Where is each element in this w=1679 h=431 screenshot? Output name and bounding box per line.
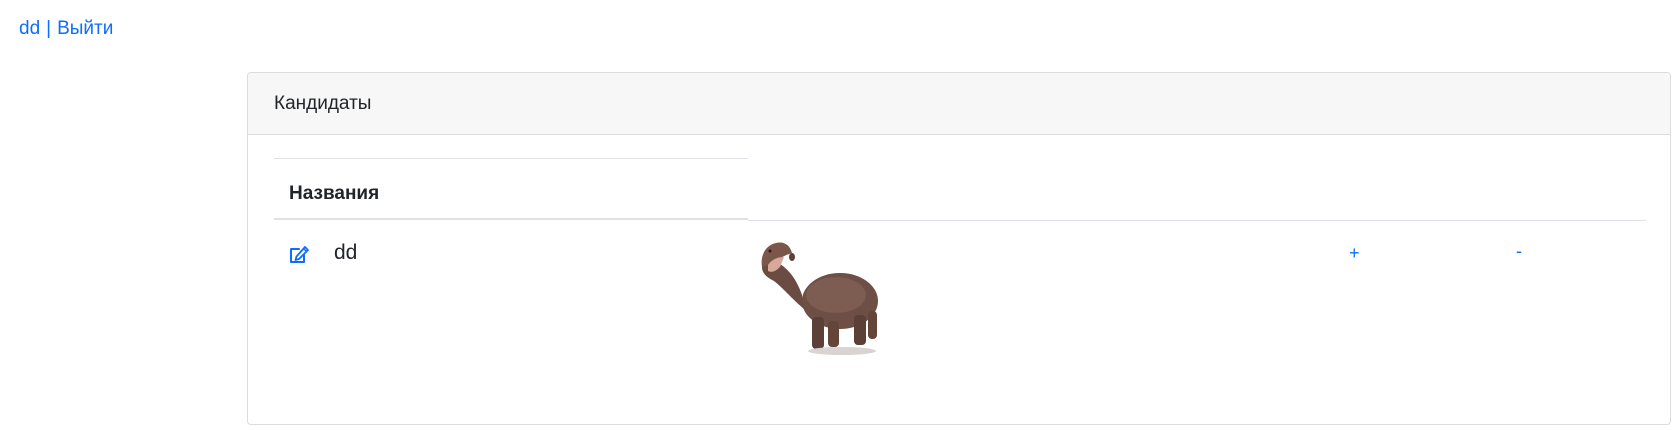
table-header-bottom-border [274,218,748,220]
row-name: dd [334,241,358,264]
top-nav: dd | Выйти [19,17,113,41]
table-row-divider [748,220,1646,221]
minus-button[interactable]: - [1516,241,1522,262]
table-header-top-border [274,158,748,159]
candidates-card: Кандидаты Названия dd + - [247,72,1671,425]
edit-icon[interactable] [288,245,310,265]
logout-link[interactable]: Выйти [57,18,113,39]
hippo-image [761,242,878,355]
card-title: Кандидаты [274,92,372,114]
nav-separator: | [46,18,52,39]
plus-button[interactable]: + [1349,243,1360,264]
table-header-names: Названия [289,183,380,204]
card-body: Названия dd + - [248,135,1670,425]
card-header: Кандидаты [248,73,1670,135]
user-link[interactable]: dd [19,18,40,39]
